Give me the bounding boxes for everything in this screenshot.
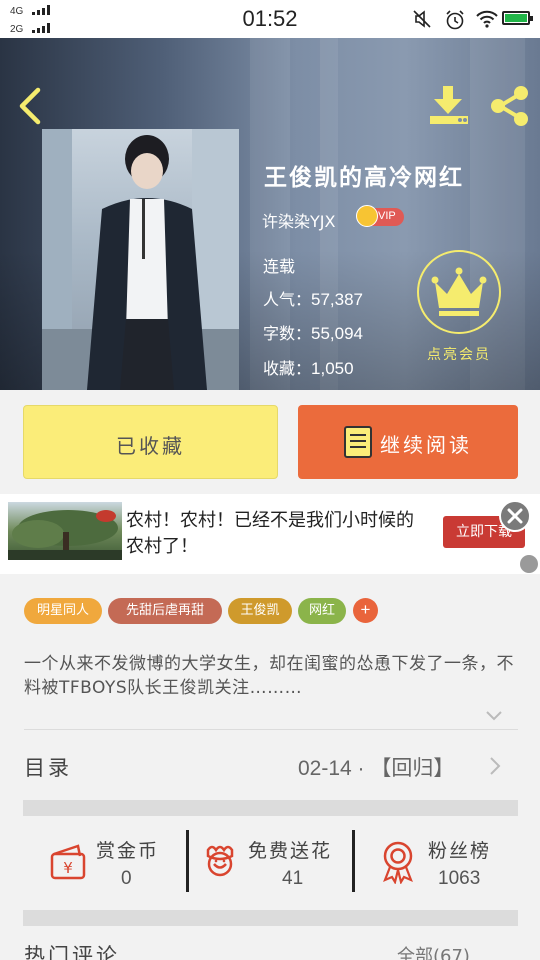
reward-coins-label: 赏金币 — [96, 840, 160, 862]
medal-icon — [383, 841, 413, 884]
popularity-value: 57,387 — [311, 290, 364, 309]
fan-ranking-value: 1063 — [438, 868, 481, 889]
word-count-row: 字数：55,094 — [263, 324, 364, 343]
member-button[interactable] — [417, 250, 501, 334]
toc-label: 目录 — [24, 756, 72, 780]
hot-comments-label: 热门评论 — [24, 944, 120, 960]
toc-row[interactable]: 目录 02-14 · 【回归】 — [0, 730, 540, 800]
book-icon — [344, 426, 372, 458]
free-flowers-label: 免费送花 — [248, 840, 333, 862]
alarm-icon — [446, 10, 464, 30]
member-label[interactable]: 点亮会员 — [400, 344, 518, 364]
book-header: 王俊凯的高冷网红 许染染YJX VIP 连载 人气：57,387 字数：55,0… — [0, 38, 540, 390]
add-tag-button[interactable]: + — [353, 598, 378, 623]
tag-chip[interactable]: 先甜后虐再甜 — [108, 598, 222, 624]
tag-chip[interactable]: 网红 — [298, 598, 346, 624]
reward-coins-value: 0 — [121, 868, 132, 889]
chevron-right-icon — [490, 757, 501, 775]
serial-status: 连载 — [263, 257, 296, 276]
continue-reading-label: 继续阅读 — [380, 433, 472, 457]
favorites-value: 1,050 — [311, 359, 354, 378]
tags-section: 明星同人 先甜后虐再甜 王俊凯 网红 + 一个从来不发微博的大学女生，却在闺蜜的… — [0, 574, 540, 724]
ad-banner[interactable]: 农村！农村！已经不是我们小时候的农村了！ 立即下载 — [0, 494, 540, 574]
book-title: 王俊凯的高冷网红 — [264, 165, 464, 191]
red-envelope-icon: ¥ — [50, 844, 86, 880]
book-description[interactable]: 一个从来不发微博的大学女生，却在闺蜜的怂恿下发了一条，不料被TFBOYS队长王俊… — [24, 652, 519, 700]
section-separator — [23, 910, 518, 926]
battery-icon — [502, 11, 533, 25]
stat-divider — [352, 830, 355, 892]
section-separator — [23, 800, 518, 816]
ad-close-button[interactable] — [499, 500, 531, 532]
popularity-row: 人气：57,387 — [263, 290, 364, 309]
share-button[interactable] — [488, 84, 532, 128]
reward-coins-stat[interactable]: ¥ 赏金币 0 — [0, 816, 188, 910]
tag-chip[interactable]: 明星同人 — [24, 598, 102, 624]
crown-icon — [431, 267, 487, 316]
author-name[interactable]: 许染染YJX — [262, 208, 335, 232]
free-flowers-stat[interactable]: 免费送花 41 — [190, 816, 354, 910]
wifi-icon — [476, 10, 498, 28]
status-bar: 4G 2G 01:52 — [0, 0, 540, 38]
word-count-value: 55,094 — [311, 324, 364, 343]
fan-ranking-stat[interactable]: 粉丝榜 1063 — [356, 816, 540, 910]
latest-chapter: 02-14 · 【回归】 — [298, 757, 455, 780]
ad-mark-icon — [520, 555, 538, 573]
vip-badge: VIP — [356, 205, 404, 227]
continue-reading-button[interactable]: 继续阅读 — [298, 405, 518, 479]
all-comments-link[interactable]: 全部(67) — [397, 942, 470, 960]
flower-icon — [206, 845, 234, 877]
mute-icon — [413, 10, 431, 28]
chevron-down-icon[interactable] — [484, 708, 504, 722]
crown-icon — [356, 205, 378, 227]
ad-text: 农村！农村！已经不是我们小时候的农村了！ — [126, 510, 414, 557]
favorited-label: 已收藏 — [116, 434, 185, 458]
vip-label: VIP — [378, 210, 396, 222]
cover-photo — [42, 129, 239, 390]
stat-divider — [186, 830, 189, 892]
ad-image — [8, 502, 122, 560]
free-flowers-value: 41 — [282, 868, 304, 889]
close-icon — [507, 508, 523, 524]
favorited-button[interactable]: 已收藏 — [23, 405, 278, 479]
action-buttons: 已收藏 继续阅读 — [0, 390, 540, 494]
fan-ranking-label: 粉丝榜 — [428, 840, 492, 862]
tag-chip[interactable]: 王俊凯 — [228, 598, 292, 624]
book-cover[interactable] — [42, 129, 239, 390]
download-button[interactable] — [428, 84, 470, 126]
stats-row: ¥ 赏金币 0 免费送花 41 粉丝榜 1063 — [0, 816, 540, 910]
favorites-row: 收藏：1,050 — [263, 359, 354, 378]
hot-comments-row[interactable]: 热门评论 全部(67) — [0, 926, 540, 960]
svg-text:¥: ¥ — [63, 859, 73, 877]
back-button[interactable] — [14, 86, 46, 126]
